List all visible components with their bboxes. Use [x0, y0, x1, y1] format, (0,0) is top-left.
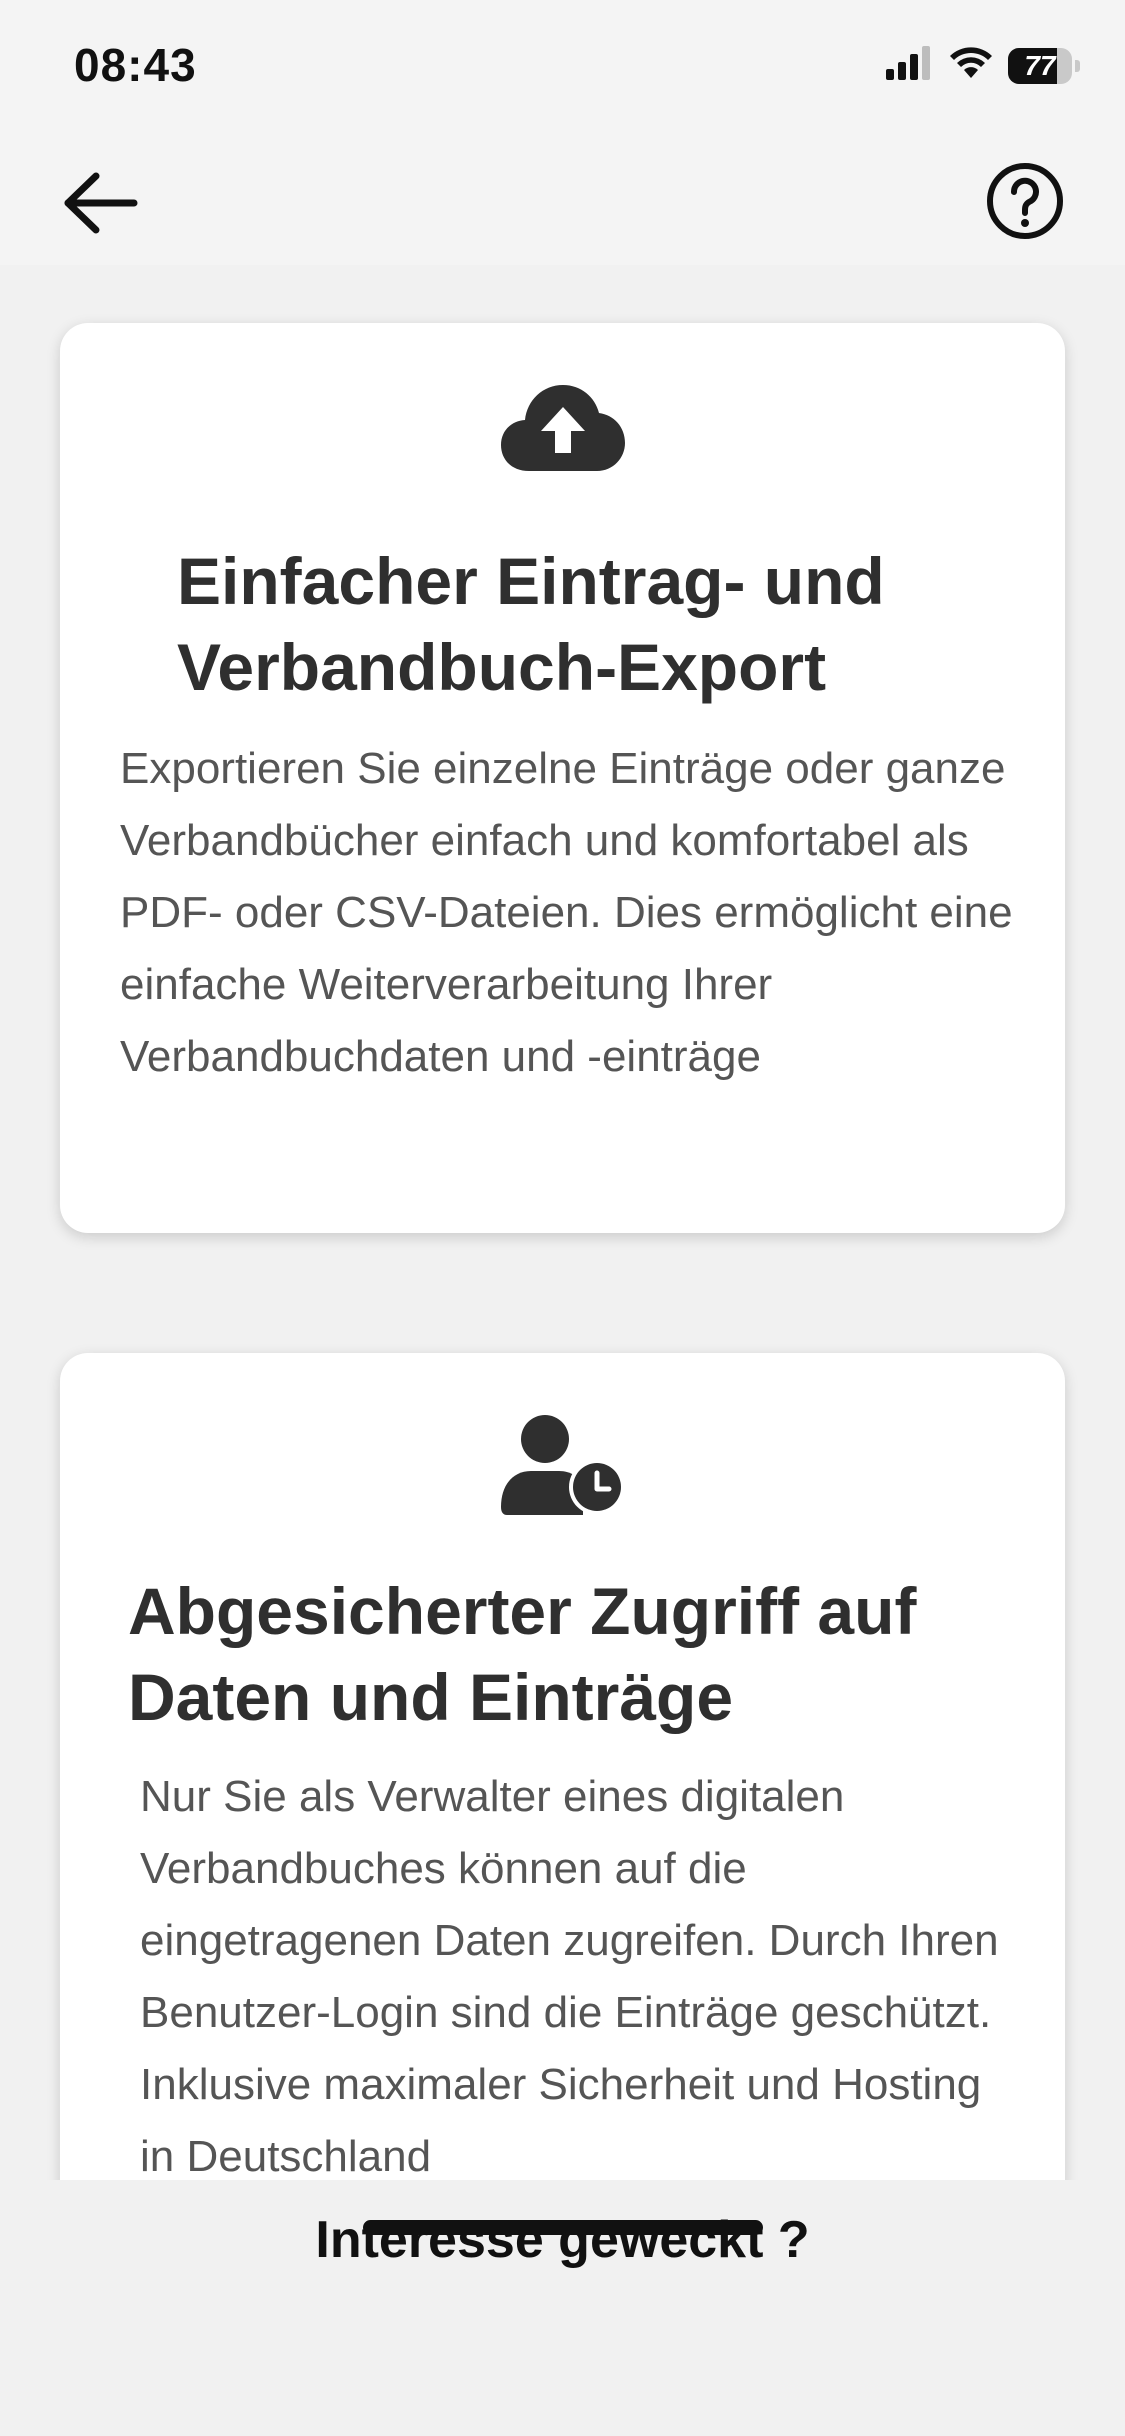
feature-list[interactable]: Einfacher Eintrag- und Verbandbuch-Expor…: [0, 265, 1125, 2180]
status-icons: 77: [886, 46, 1080, 85]
card-description: Exportieren Sie einzelne Einträge oder g…: [120, 744, 1013, 1081]
bottom-cta-area: Interesse geweckt ?: [0, 2180, 1125, 2436]
card-title: Abgesicherter Zugriff auf Daten und Eint…: [128, 1574, 917, 1734]
interest-cta[interactable]: Interesse geweckt ?: [0, 2210, 1125, 2270]
cloud-upload-icon: [500, 385, 625, 480]
question-circle-icon: [985, 161, 1065, 246]
feature-card-security: Abgesicherter Zugriff auf Daten und Eint…: [60, 1353, 1065, 2180]
battery-level: 77: [1024, 49, 1056, 81]
battery-icon: 77: [1008, 47, 1080, 84]
arrow-left-icon: [60, 168, 140, 243]
feature-card-export: Einfacher Eintrag- und Verbandbuch-Expor…: [60, 323, 1065, 1233]
wifi-icon: [948, 46, 994, 85]
back-button[interactable]: [55, 160, 145, 250]
help-button[interactable]: [980, 158, 1070, 248]
nav-bar: [0, 140, 1125, 265]
card-description: Nur Sie als Verwalter eines digitalen Ve…: [140, 1772, 999, 2180]
status-bar: 08:43 77: [0, 0, 1125, 140]
card-title: Einfacher Eintrag- und Verbandbuch-Expor…: [177, 544, 885, 704]
signal-icon: [886, 46, 934, 85]
status-time: 08:43: [74, 39, 197, 91]
home-indicator[interactable]: [363, 2220, 763, 2235]
user-clock-icon: [500, 1415, 625, 1520]
